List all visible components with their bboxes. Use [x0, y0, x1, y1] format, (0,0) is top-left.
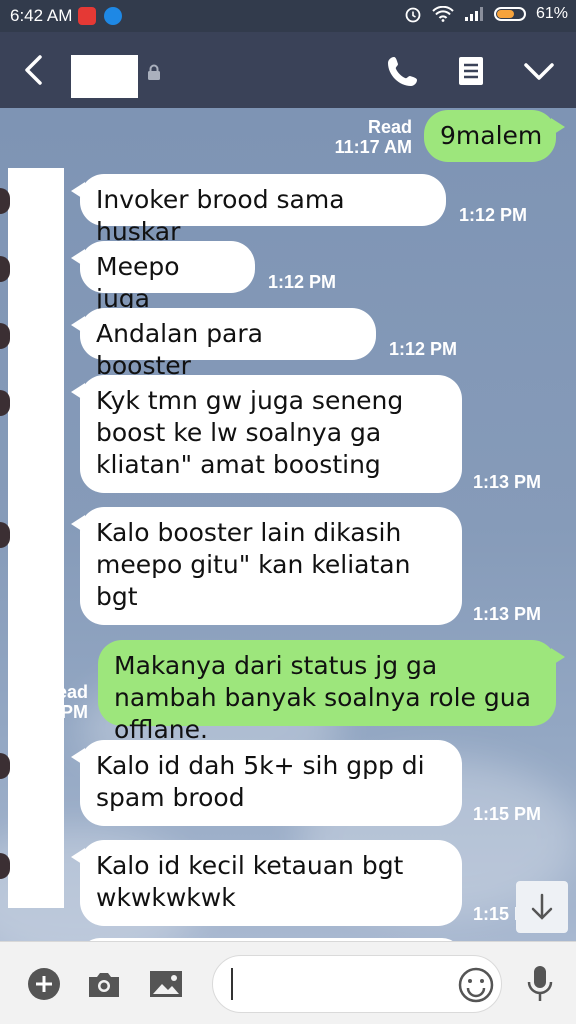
read-receipt: ead — [56, 682, 88, 702]
battery-percent: 61% — [535, 5, 568, 22]
microphone-icon — [527, 966, 553, 1001]
message-input[interactable] — [231, 968, 441, 1000]
message-bubble-incoming[interactable]: Invoker brood sama huskar — [71, 174, 446, 246]
status-bar: 6:42 AM 61% — [0, 0, 576, 32]
chat-area[interactable]: Read 11:17 AM 9malem Invoker brood sama … — [0, 108, 576, 941]
battery-icon — [493, 7, 526, 21]
call-button[interactable] — [386, 54, 420, 88]
back-button[interactable] — [20, 54, 48, 86]
message-time: PM — [61, 702, 88, 722]
phone-icon — [388, 57, 417, 86]
message-input-bar — [0, 941, 576, 1024]
message-input-container[interactable] — [212, 955, 502, 1013]
message-meta: ead PM — [40, 682, 88, 722]
menu-button[interactable] — [522, 54, 556, 88]
notes-button[interactable] — [454, 54, 488, 88]
lock-icon — [148, 64, 160, 80]
status-time: 6:42 AM — [10, 6, 73, 25]
message-time: 1:15 PM — [473, 804, 542, 824]
emoji-button[interactable] — [457, 966, 495, 1004]
message-time: 1:12 PM — [389, 339, 458, 359]
status-right: 61% — [404, 5, 568, 23]
scroll-to-bottom-button[interactable] — [516, 881, 568, 933]
message-bubble-incoming[interactable]: Kalo id kecil ketauan bgt wkwkwkwk — [71, 840, 462, 926]
message-time: 11:17 AM — [334, 137, 412, 157]
message-time: 1:13 PM — [473, 472, 542, 492]
message-bubble-incoming[interactable]: Kalo booster lain dikasih meepo gitu" ka… — [71, 507, 462, 625]
message-bubble-outgoing[interactable]: Makanya dari status jg ga nambah banyak … — [98, 640, 565, 744]
message-time: 1:12 PM — [459, 205, 528, 225]
voice-button[interactable] — [522, 964, 558, 1004]
chevron-left-icon — [25, 55, 42, 85]
redacted-avatar-area — [8, 168, 64, 908]
message-bubble-outgoing[interactable]: 9malem — [424, 110, 565, 162]
notes-icon — [459, 57, 483, 85]
read-receipt: Read — [367, 117, 412, 137]
message-bubble-incoming[interactable]: Meepo juga — [71, 241, 255, 313]
add-button[interactable] — [26, 966, 62, 1002]
notification-app-icon-2 — [104, 7, 122, 25]
message-meta: Read 11:17 AM — [320, 117, 412, 157]
signal-icon — [464, 7, 483, 21]
notification-app-icon — [78, 7, 96, 25]
plus-icon — [28, 968, 60, 1000]
message-bubble-incoming[interactable]: Andalan para booster — [71, 308, 376, 380]
image-icon — [150, 971, 182, 997]
message-time: 1:13 PM — [473, 604, 542, 624]
camera-icon — [89, 973, 119, 997]
contact-name[interactable] — [71, 55, 138, 98]
message-bubble-incoming[interactable]: Kalo id dah 5k+ sih gpp di spam brood — [71, 740, 462, 826]
camera-button[interactable] — [86, 966, 122, 1002]
gallery-button[interactable] — [148, 966, 184, 1002]
arrow-down-icon — [531, 893, 553, 920]
alarm-icon — [405, 7, 421, 23]
wifi-icon — [432, 6, 454, 22]
chevron-down-icon — [524, 63, 554, 80]
message-time: 1:12 PM — [268, 272, 337, 292]
message-bubble-incoming[interactable]: Kyk tmn gw juga seneng boost ke lw soaln… — [71, 375, 462, 493]
chat-header — [0, 32, 576, 108]
emoji-icon — [458, 967, 494, 1003]
